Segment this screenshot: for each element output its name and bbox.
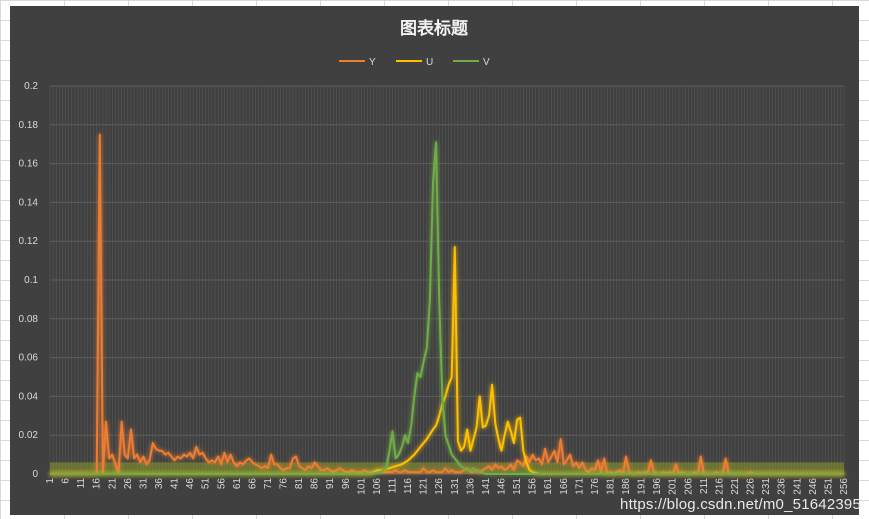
x-tick-label: 116 xyxy=(403,478,414,494)
x-tick-label: 96 xyxy=(341,478,352,490)
x-tick-label: 251 xyxy=(823,478,834,495)
x-tick-label: 221 xyxy=(730,478,741,495)
x-tick-label: 141 xyxy=(481,478,492,495)
x-tick-label: 211 xyxy=(699,478,710,494)
series-line-y xyxy=(50,133,844,475)
x-tick-label: 226 xyxy=(746,478,757,495)
x-tick-label: 151 xyxy=(512,478,523,495)
y-tick-label: 0.02 xyxy=(19,430,39,441)
y-axis: 0 0.02 0.04 0.06 0.08 0.1 0.12 0.14 0.16 0.18 0.2 xyxy=(19,81,39,480)
x-tick-label: 21 xyxy=(107,478,118,490)
x-tick-label: 16 xyxy=(92,478,103,490)
x-tick-label: 31 xyxy=(138,478,149,490)
y-tick-label: 0.12 xyxy=(19,236,39,247)
line-chart: 图表标题 Y U V 0 0.02 0.04 0.06 0.08 0.1 0.12 0.14 0.1… xyxy=(19,18,850,495)
legend-label-y: Y xyxy=(369,57,376,68)
x-tick-label: 146 xyxy=(496,478,507,495)
x-tick-label: 76 xyxy=(279,478,290,490)
x-tick-label: 6 xyxy=(61,478,72,484)
legend: YUV xyxy=(339,57,490,68)
x-tick-label: 161 xyxy=(543,478,554,495)
x-tick-label: 111 xyxy=(388,478,399,494)
x-tick-label: 106 xyxy=(372,478,383,495)
x-tick-label: 166 xyxy=(559,478,570,495)
x-tick-label: 51 xyxy=(201,478,212,490)
series-line-v xyxy=(50,141,844,475)
x-tick-label: 201 xyxy=(668,478,679,495)
x-tick-label: 206 xyxy=(683,478,694,495)
y-tick-label: 0.16 xyxy=(19,159,39,170)
x-tick-label: 26 xyxy=(123,478,134,490)
legend-label-u: U xyxy=(426,57,433,68)
x-tick-label: 181 xyxy=(605,478,616,495)
x-tick-label: 156 xyxy=(528,478,539,495)
y-tick-label: 0.04 xyxy=(19,391,39,402)
x-tick-label: 81 xyxy=(294,478,305,490)
y-tick-label: 0.18 xyxy=(19,120,39,131)
y-tick-label: 0.08 xyxy=(19,314,39,325)
x-tick-label: 41 xyxy=(170,478,181,490)
x-tick-label: 101 xyxy=(356,478,367,495)
x-tick-label: 61 xyxy=(232,478,243,490)
x-tick-label: 11 xyxy=(76,478,87,489)
chart-area[interactable]: 图表标题 Y U V 0 0.02 0.04 0.06 0.08 0.1 0.12 0.14 0.1… xyxy=(10,6,859,515)
x-tick-label: 56 xyxy=(216,478,227,490)
x-tick-label: 236 xyxy=(777,478,788,495)
y-tick-label: 0.1 xyxy=(24,275,38,286)
x-tick-label: 246 xyxy=(808,478,819,495)
y-tick-label: 0.14 xyxy=(19,197,39,208)
x-tick-label: 46 xyxy=(185,478,196,490)
y-tick-label: 0.06 xyxy=(19,353,39,364)
plot-lines xyxy=(50,133,844,475)
x-tick-label: 126 xyxy=(434,478,445,495)
x-tick-label: 121 xyxy=(419,478,430,495)
x-tick-label: 176 xyxy=(590,478,601,495)
x-tick-label: 171 xyxy=(574,478,585,495)
chart-title: 图表标题 xyxy=(400,18,469,38)
x-tick-label: 186 xyxy=(621,478,632,495)
legend-label-v: V xyxy=(483,57,490,68)
x-tick-label: 231 xyxy=(761,478,772,495)
x-tick-label: 191 xyxy=(637,478,648,495)
x-tick-label: 196 xyxy=(652,478,663,495)
x-tick-label: 131 xyxy=(450,478,461,495)
y-tick-label: 0.2 xyxy=(24,81,38,92)
watermark: https://blog.csdn.net/m0_51642395 xyxy=(620,496,861,513)
x-tick-label: 256 xyxy=(839,478,850,495)
x-tick-label: 36 xyxy=(154,478,165,490)
y-tick-label: 0 xyxy=(32,469,38,480)
x-tick-label: 91 xyxy=(325,478,336,490)
x-tick-label: 86 xyxy=(310,478,321,490)
x-tick-label: 136 xyxy=(465,478,476,495)
gridlines xyxy=(49,85,845,475)
x-tick-label: 1 xyxy=(45,478,56,484)
x-axis: 1 6 11 16 21 26 31 36 41 46 51 56 61 66 71 76 81 86 91 96 10… xyxy=(45,478,850,495)
x-tick-label: 216 xyxy=(714,478,725,495)
x-tick-label: 66 xyxy=(247,478,258,490)
x-tick-label: 241 xyxy=(792,478,803,495)
x-tick-label: 71 xyxy=(263,478,274,490)
